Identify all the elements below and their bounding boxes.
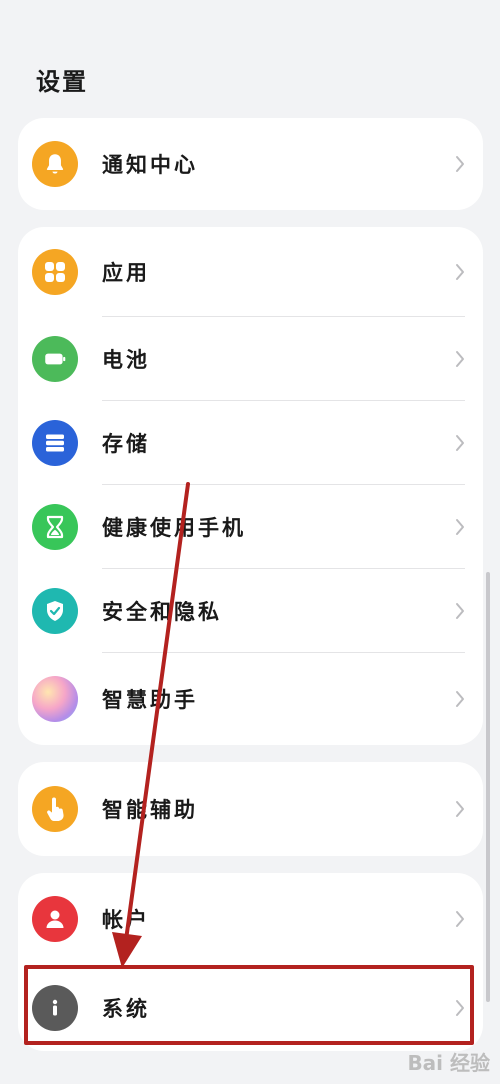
annotation-arrow [112,482,190,968]
watermark: Bai 经验 [407,1051,490,1075]
settings-screen: 设置 通知中心 应用 电池 存储 健康使用手机 安全和隐私 智慧助手 智能辅助 … [0,0,500,1084]
